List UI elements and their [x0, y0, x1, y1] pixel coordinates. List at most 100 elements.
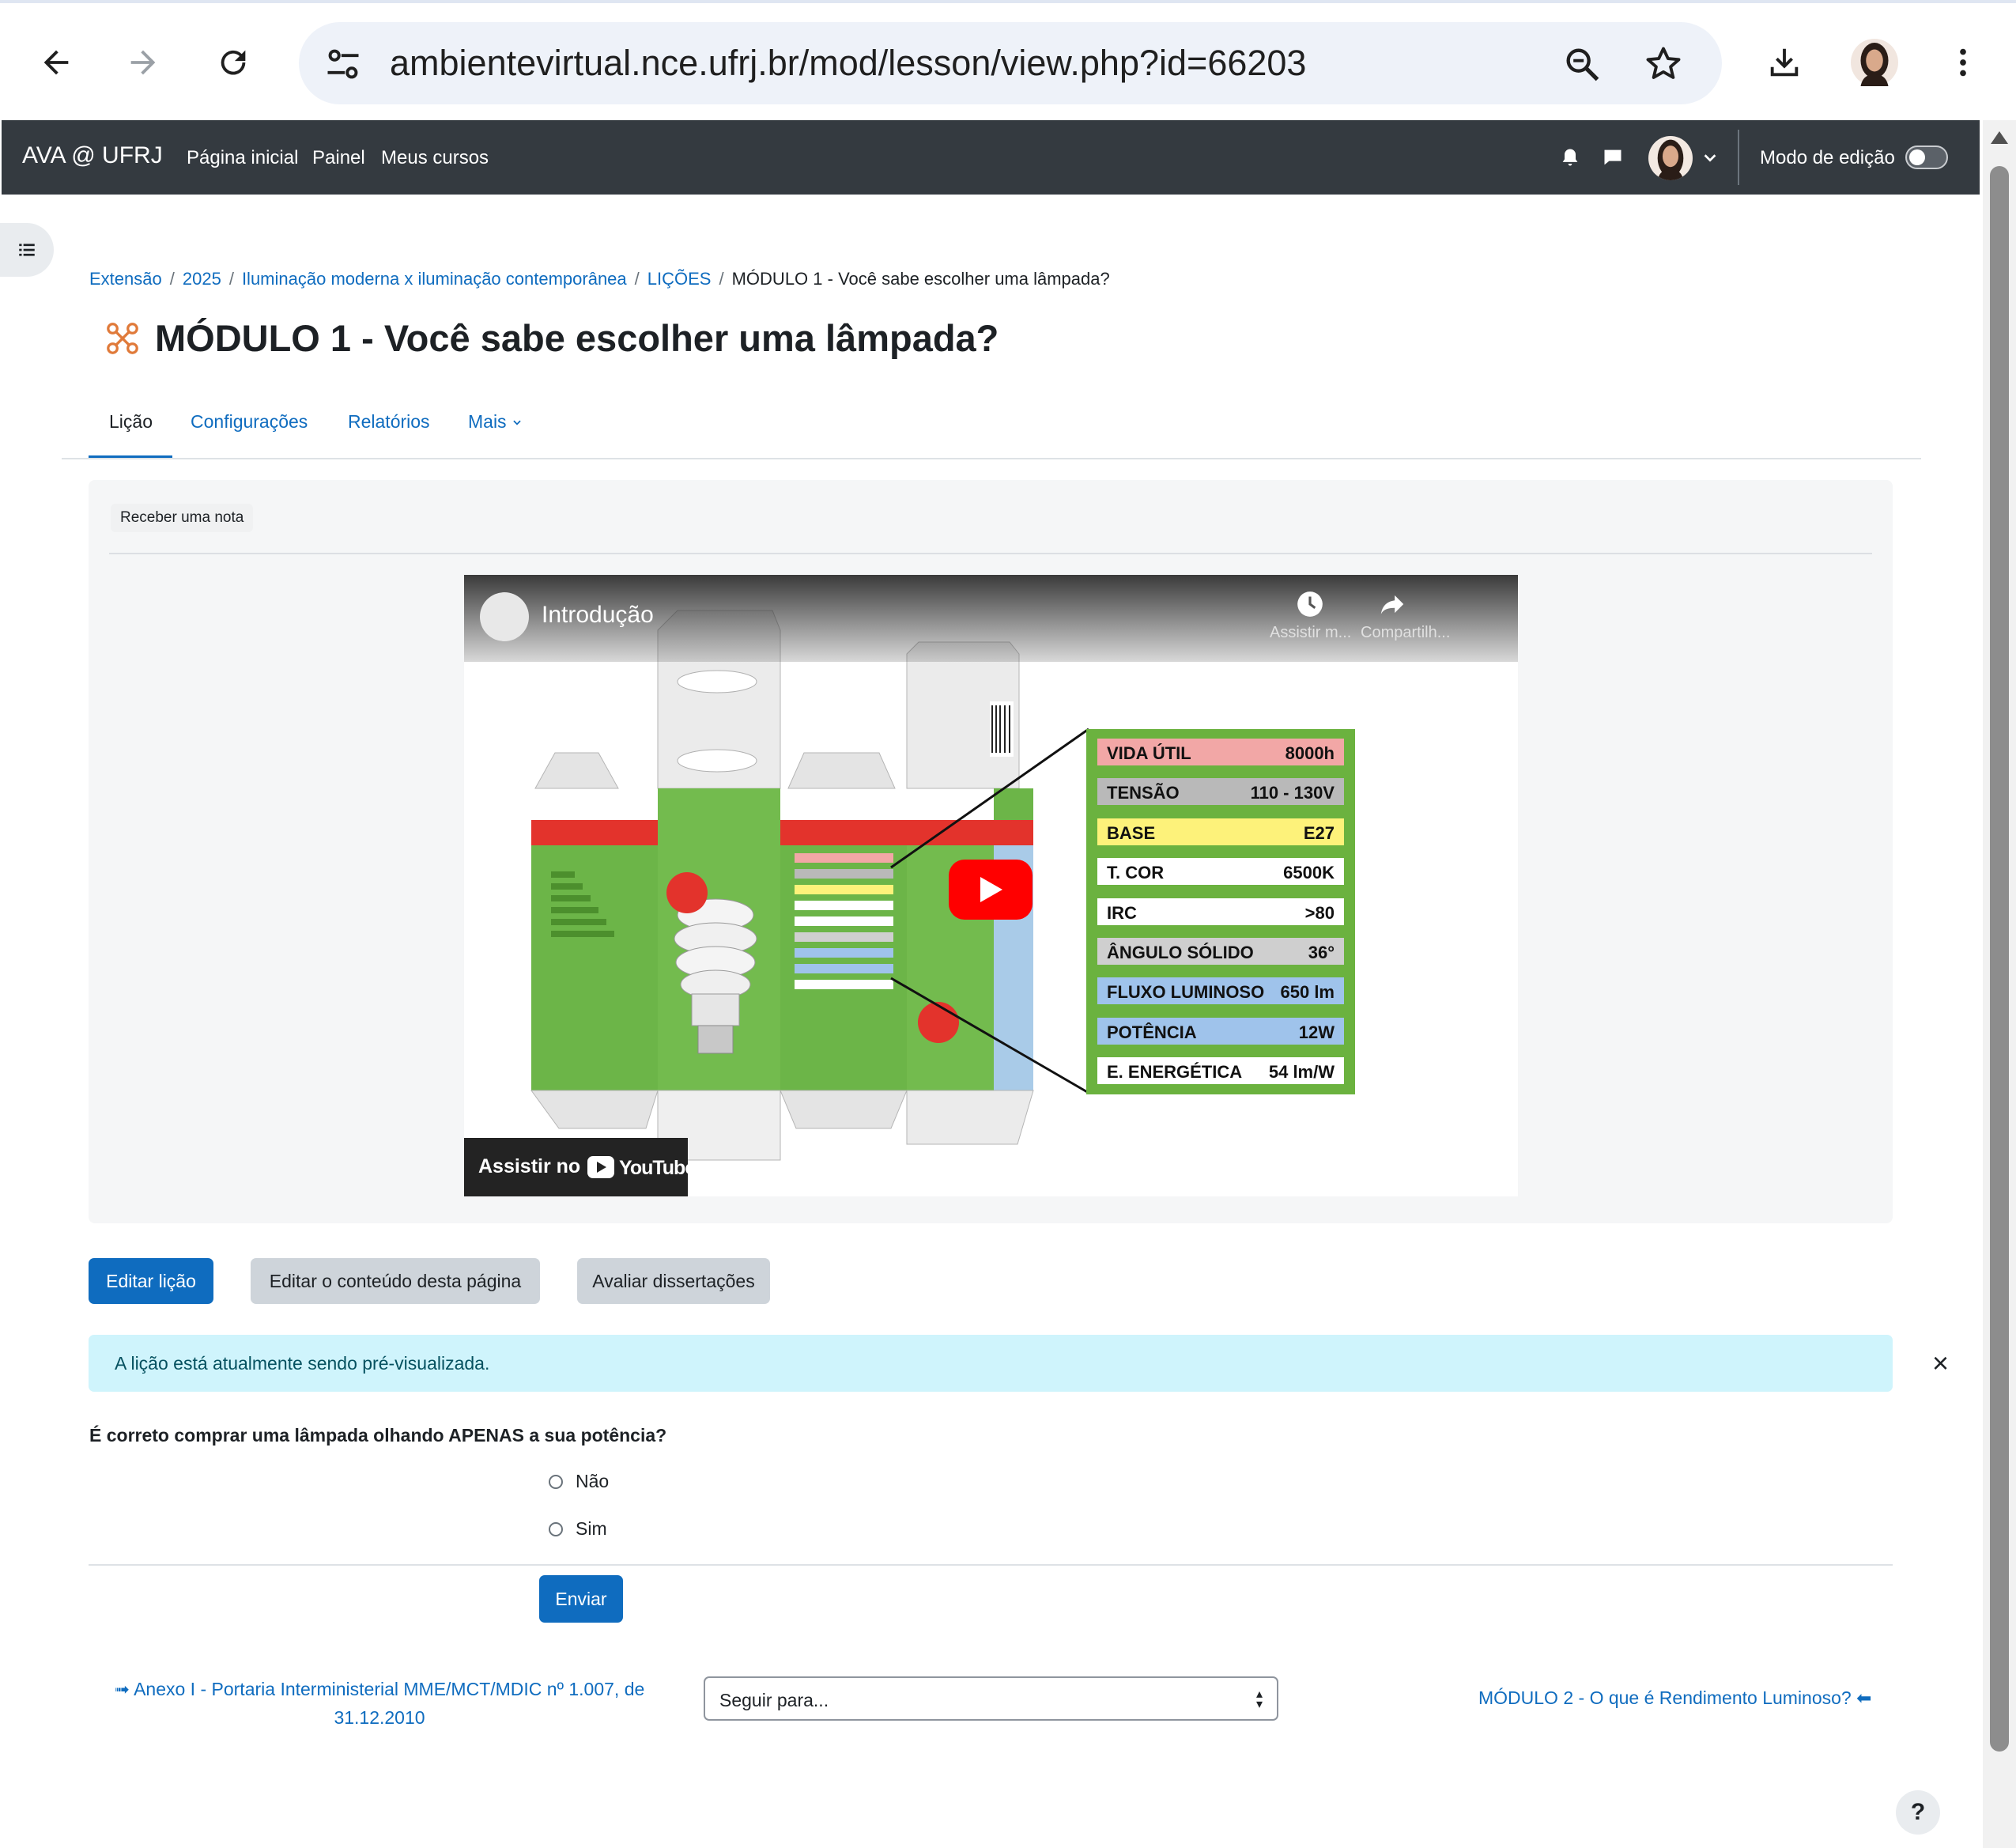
preview-alert: A lição está atualmente sendo pré-visual…: [89, 1335, 1949, 1392]
youtube-logo-icon: [587, 1156, 614, 1178]
address-bar[interactable]: ambientevirtual.nce.ufrj.br/mod/lesson/v…: [299, 22, 1722, 104]
spec-row: E. ENERGÉTICA 54 lm/W: [1097, 1057, 1344, 1085]
edit-mode-label: Modo de edição: [1760, 147, 1895, 168]
play-button[interactable]: [949, 860, 1033, 920]
notifications-bell-icon[interactable]: [1559, 146, 1581, 168]
bookmark-star-icon[interactable]: [1643, 43, 1684, 85]
spec-value: 6500K: [1283, 863, 1335, 883]
chevron-down-icon[interactable]: [1701, 146, 1719, 168]
spec-row: FLUXO LUMINOSO 650 lm: [1097, 977, 1344, 1005]
nav-home[interactable]: Página inicial: [187, 147, 298, 169]
url-text[interactable]: ambientevirtual.nce.ufrj.br/mod/lesson/v…: [390, 43, 1306, 84]
youtube-video-embed[interactable]: VIDA ÚTIL 8000h TENSÃO 110 - 130V BASE E27 T. …: [464, 575, 1518, 1196]
spec-row: T. COR 6500K: [1097, 858, 1344, 886]
spec-value: 110 - 130V: [1250, 783, 1335, 803]
breadcrumb-current: MÓDULO 1 - Você sabe escolher uma lâmpad…: [731, 269, 1110, 289]
video-title[interactable]: Introdução: [542, 602, 654, 629]
answer-label: Sim: [576, 1518, 607, 1539]
scroll-up-arrow-icon[interactable]: [1991, 131, 2008, 144]
breadcrumb-2025[interactable]: 2025: [183, 269, 221, 289]
tab-mais-label: Mais: [468, 411, 507, 432]
page-scrollbar[interactable]: [1983, 120, 2016, 1848]
spec-value: 8000h: [1285, 743, 1335, 763]
page-title: MÓDULO 1 - Você sabe escolher uma lâmpad…: [155, 317, 999, 359]
tab-mais[interactable]: Mais: [468, 411, 523, 433]
spec-row: TENSÃO 110 - 130V: [1097, 778, 1344, 806]
answer-option-sim[interactable]: Sim: [549, 1518, 607, 1540]
radio-button[interactable]: [549, 1474, 563, 1489]
breadcrumb-separator: /: [228, 269, 234, 289]
submit-button[interactable]: Enviar: [539, 1575, 623, 1623]
spec-label: VIDA ÚTIL: [1107, 743, 1191, 763]
edit-page-content-button[interactable]: Editar o conteúdo desta página: [251, 1258, 540, 1304]
previous-activity-link[interactable]: ➟ Anexo I - Portaria Interministerial MM…: [103, 1675, 656, 1732]
card-divider: [109, 553, 1872, 554]
spec-row: IRC >80: [1097, 898, 1344, 925]
spec-value: 12W: [1298, 1022, 1335, 1042]
jump-to-value: Seguir para...: [719, 1690, 829, 1710]
spec-label: TENSÃO: [1107, 783, 1180, 803]
course-index-toggle[interactable]: [0, 223, 54, 277]
nav-dashboard[interactable]: Painel: [312, 147, 365, 169]
share-icon[interactable]: [1377, 589, 1407, 619]
spec-value: 36°: [1308, 943, 1335, 962]
question-divider: [89, 1564, 1893, 1566]
tab-licao[interactable]: Lição: [109, 411, 153, 433]
breadcrumb-separator: /: [719, 269, 724, 289]
breadcrumb-extensao[interactable]: Extensão: [89, 269, 162, 289]
tab-relatorios[interactable]: Relatórios: [348, 411, 430, 433]
breadcrumb: Extensão / 2025 / Iluminação moderna x ilumi…: [89, 269, 1110, 289]
edit-lesson-button[interactable]: Editar lição: [89, 1258, 213, 1304]
messages-icon[interactable]: [1602, 146, 1624, 168]
spec-label: FLUXO LUMINOSO: [1107, 982, 1265, 1003]
answer-option-nao[interactable]: Não: [549, 1471, 609, 1492]
spec-row: BASE E27: [1097, 818, 1344, 845]
reload-icon[interactable]: [206, 35, 261, 90]
kebab-menu-icon[interactable]: [1935, 35, 1991, 90]
watch-on-youtube-button[interactable]: Assistir no YouTube: [464, 1138, 696, 1196]
grade-badge: Receber uma nota: [111, 504, 254, 532]
breadcrumb-separator: /: [634, 269, 640, 289]
radio-button[interactable]: [549, 1521, 563, 1536]
spec-row: POTÊNCIA 12W: [1097, 1017, 1344, 1045]
spec-table-panel: VIDA ÚTIL 8000h TENSÃO 110 - 130V BASE E27 T. …: [1086, 729, 1355, 1094]
edit-mode-toggle[interactable]: [1905, 145, 1948, 169]
youtube-wordmark: YouTube: [619, 1157, 696, 1179]
close-icon[interactable]: ×: [1932, 1349, 1949, 1377]
clock-icon[interactable]: [1295, 589, 1325, 619]
download-icon[interactable]: [1757, 35, 1812, 90]
profile-avatar[interactable]: [1847, 35, 1902, 90]
site-brand[interactable]: AVA @ UFRJ: [22, 142, 163, 169]
nav-my-courses[interactable]: Meus cursos: [381, 147, 489, 169]
tabs-divider: [62, 458, 1921, 459]
help-button[interactable]: ?: [1896, 1790, 1940, 1835]
breadcrumb-course[interactable]: Iluminação moderna x iluminação contempo…: [242, 269, 627, 289]
video-top-bar: Introdução Assistir m... Compartilh...: [464, 575, 1518, 662]
tab-configuracoes[interactable]: Configurações: [191, 411, 308, 433]
spec-row: ÂNGULO SÓLIDO 36°: [1097, 938, 1344, 965]
list-icon: [19, 244, 35, 256]
user-avatar[interactable]: [1648, 136, 1693, 180]
spec-label: T. COR: [1107, 863, 1165, 883]
zoom-icon[interactable]: [1561, 43, 1603, 85]
assess-essays-button[interactable]: Avaliar dissertações: [577, 1258, 770, 1304]
site-settings-icon[interactable]: [323, 43, 364, 85]
watch-later-label[interactable]: Assistir m...: [1270, 624, 1351, 642]
channel-avatar[interactable]: [480, 592, 529, 641]
spec-row: VIDA ÚTIL 8000h: [1097, 739, 1344, 765]
breadcrumb-licoes[interactable]: LIÇÕES: [647, 269, 712, 289]
spec-label: IRC: [1107, 902, 1137, 923]
next-activity-link[interactable]: MÓDULO 2 - O que é Rendimento Luminoso? …: [1478, 1687, 1871, 1709]
spec-label: E. ENERGÉTICA: [1107, 1062, 1243, 1083]
breadcrumb-separator: /: [169, 269, 175, 289]
spec-label: BASE: [1107, 822, 1156, 843]
spec-value: 54 lm/W: [1268, 1062, 1335, 1083]
spec-value: 650 lm: [1280, 982, 1335, 1003]
spec-label: ÂNGULO SÓLIDO: [1107, 943, 1254, 962]
jump-to-select[interactable]: Seguir para... ▴ ▾: [704, 1676, 1278, 1721]
share-label[interactable]: Compartilh...: [1361, 624, 1450, 642]
scrollbar-thumb[interactable]: [1990, 166, 2009, 1752]
lesson-activity-icon: [107, 323, 138, 354]
forward-arrow-icon[interactable]: [115, 35, 171, 90]
back-arrow-icon[interactable]: [28, 35, 84, 90]
